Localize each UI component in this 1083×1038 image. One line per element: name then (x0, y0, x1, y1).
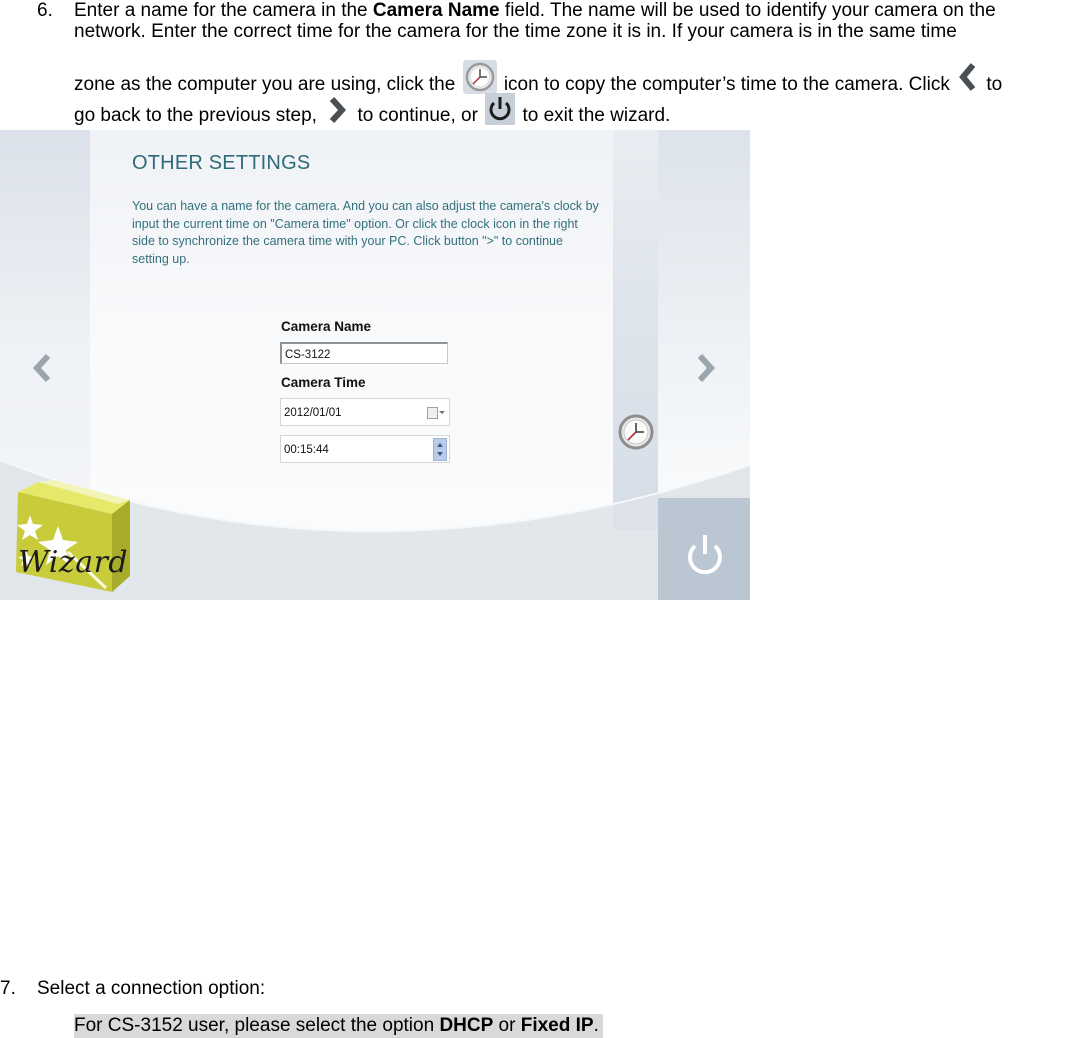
date-value: 2012/01/01 (284, 407, 342, 419)
step-number: 6. (37, 0, 53, 21)
step-6-line-4: go back to the previous step, to continu… (74, 93, 670, 128)
spin-down-icon[interactable] (437, 452, 443, 456)
chevron-left-icon (32, 353, 51, 383)
setup-wizard-screenshot: OTHER SETTINGS You can have a name for t… (0, 130, 750, 600)
time-spin-buttons[interactable] (433, 438, 447, 461)
chevron-right-icon (324, 96, 350, 124)
wizard-logo (8, 480, 133, 600)
calendar-icon[interactable] (427, 407, 445, 419)
fixed-ip-term: Fixed IP (520, 1015, 594, 1036)
wizard-side-strip (613, 130, 658, 530)
cs3152-note: For CS-3152 user, please select the opti… (74, 1014, 603, 1038)
wizard-logo-text: Wizard (18, 545, 129, 580)
camera-name-label: Camera Name (281, 319, 372, 334)
clock-icon (462, 60, 497, 94)
step-6-line-2: network. Enter the correct time for the … (74, 21, 957, 42)
camera-time-spinner[interactable]: 00:15:44 (280, 435, 450, 463)
time-value: 00:15:44 (284, 444, 329, 456)
dhcp-term: DHCP (439, 1015, 494, 1036)
step-7-text: Select a connection option: (37, 978, 266, 999)
chevron-left-icon (957, 60, 979, 94)
wizard-box-icon (16, 480, 130, 592)
power-icon (485, 93, 516, 125)
clock-icon (618, 414, 654, 450)
step-6-line-3: zone as the computer you are using, clic… (74, 60, 1002, 97)
spin-up-icon[interactable] (437, 443, 443, 447)
next-step-button[interactable] (692, 348, 720, 388)
chevron-right-icon (697, 353, 716, 383)
sync-time-button[interactable] (617, 413, 655, 451)
camera-name-term: Camera Name (372, 0, 500, 21)
exit-wizard-button[interactable] (683, 530, 727, 576)
camera-date-picker[interactable]: 2012/01/01 (280, 398, 450, 426)
power-icon (688, 535, 722, 575)
camera-time-label: Camera Time (281, 375, 366, 390)
step-number: 7. (0, 978, 16, 999)
wizard-title: OTHER SETTINGS (132, 152, 311, 174)
camera-name-input[interactable]: CS-3122 (280, 342, 448, 364)
previous-step-button[interactable] (28, 348, 56, 388)
wizard-description: You can have a name for the camera. And … (132, 199, 599, 266)
